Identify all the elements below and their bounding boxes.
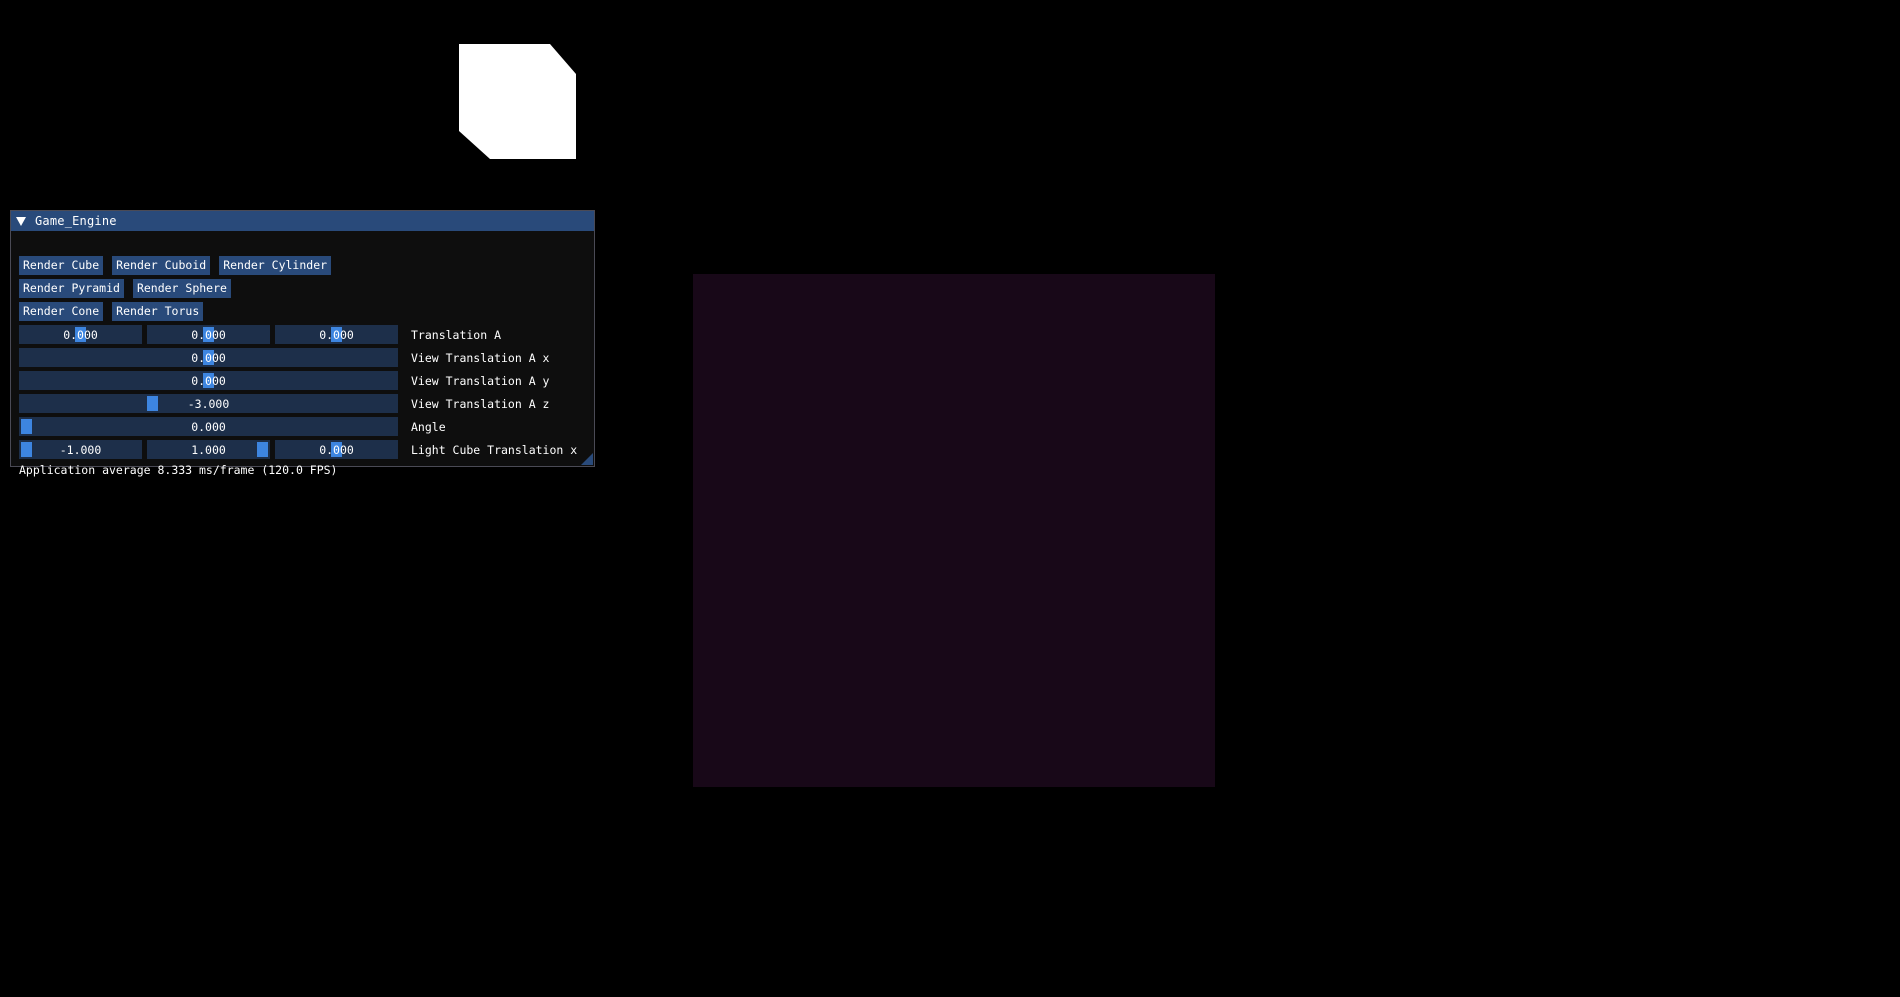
render-cuboid-button[interactable]: Render Cuboid [112, 256, 211, 275]
translation-a-label: Translation A [411, 327, 502, 342]
view-translation-x-label: View Translation A x [411, 350, 550, 365]
light-cube-translation-z-slider[interactable]: 0.000 [275, 440, 398, 459]
view-translation-y-row: 0.000 View Translation A y [19, 371, 549, 390]
light-cube-translation-row: -1.000 1.000 0.000 Light Cube Translatio… [19, 440, 577, 459]
slider-value: 0.000 [191, 373, 226, 388]
triangle-down-icon[interactable] [16, 216, 26, 226]
slider-value: 0.000 [191, 327, 226, 342]
angle-label: Angle [411, 419, 446, 434]
render-torus-button[interactable]: Render Torus [112, 302, 204, 321]
window-title-bar[interactable]: Game_Engine [11, 211, 594, 231]
view-translation-y-slider[interactable]: 0.000 [19, 371, 398, 390]
light-cube [459, 44, 576, 159]
slider-value: 0.000 [319, 442, 354, 457]
slider-value: 0.000 [191, 419, 226, 434]
slider-value: 0.000 [191, 350, 226, 365]
light-cube-translation-y-slider[interactable]: 1.000 [147, 440, 270, 459]
view-translation-z-label: View Translation A z [411, 396, 550, 411]
translation-a-y-slider[interactable]: 0.000 [147, 325, 270, 344]
resize-grip[interactable] [581, 453, 593, 465]
view-translation-z-row: -3.000 View Translation A z [19, 394, 549, 413]
slider-value: 0.000 [319, 327, 354, 342]
translation-a-x-slider[interactable]: 0.000 [19, 325, 142, 344]
render-cube-button[interactable]: Render Cube [19, 256, 104, 275]
render-cylinder-button[interactable]: Render Cylinder [219, 256, 332, 275]
slider-value: 1.000 [191, 442, 226, 457]
button-row-2: Render Pyramid Render Sphere [19, 279, 231, 298]
view-translation-x-slider[interactable]: 0.000 [19, 348, 398, 367]
view-translation-z-slider[interactable]: -3.000 [19, 394, 398, 413]
angle-row: 0.000 Angle [19, 417, 446, 436]
view-translation-x-row: 0.000 View Translation A x [19, 348, 549, 367]
rendered-object [693, 274, 1215, 787]
render-viewport [0, 0, 1900, 997]
game-engine-window[interactable]: Game_Engine Render Cube Render Cuboid Re… [10, 210, 595, 477]
light-cube-translation-x-slider[interactable]: -1.000 [19, 440, 142, 459]
light-cube-translation-label: Light Cube Translation x [411, 442, 578, 457]
slider-grab[interactable] [21, 419, 32, 434]
view-translation-y-label: View Translation A y [411, 373, 550, 388]
slider-value: -3.000 [187, 396, 230, 411]
render-cone-button[interactable]: Render Cone [19, 302, 104, 321]
button-row-1: Render Cube Render Cuboid Render Cylinde… [19, 256, 332, 275]
fps-text: Application average 8.333 ms/frame (120.… [19, 463, 338, 477]
translation-a-z-slider[interactable]: 0.000 [275, 325, 398, 344]
button-row-3: Render Cone Render Torus [19, 302, 204, 321]
render-pyramid-button[interactable]: Render Pyramid [19, 279, 124, 298]
translation-a-row: 0.000 0.000 0.000 Translation A [19, 325, 501, 344]
render-sphere-button[interactable]: Render Sphere [132, 279, 231, 298]
slider-value: 0.000 [63, 327, 98, 342]
window-title: Game_Engine [35, 214, 117, 228]
slider-value: -1.000 [59, 442, 102, 457]
slider-grab[interactable] [147, 396, 158, 411]
angle-slider[interactable]: 0.000 [19, 417, 398, 436]
slider-grab[interactable] [257, 442, 268, 457]
slider-grab[interactable] [21, 442, 32, 457]
